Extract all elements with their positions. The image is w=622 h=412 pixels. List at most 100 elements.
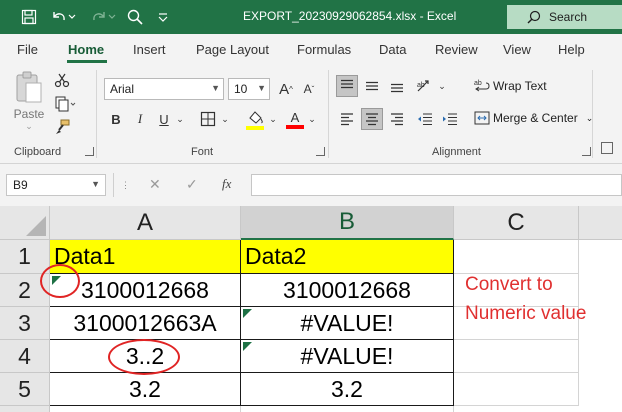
formula-input[interactable] <box>251 174 622 196</box>
column-header-d[interactable] <box>579 206 622 240</box>
cell-a5[interactable]: 3.2 <box>50 373 241 406</box>
align-center-icon[interactable] <box>361 108 383 130</box>
wrap-text-icon: ab <box>474 80 490 92</box>
svg-text:ab: ab <box>474 80 482 87</box>
format-painter-icon[interactable] <box>52 117 72 137</box>
search-box[interactable]: Search <box>507 5 622 29</box>
bold-button[interactable]: B <box>106 108 126 130</box>
decrease-indent-icon[interactable] <box>414 108 436 130</box>
cell-a6[interactable] <box>50 406 241 412</box>
search-icon[interactable] <box>124 7 146 27</box>
cell-c1[interactable] <box>454 240 579 274</box>
italic-button[interactable]: I <box>130 108 150 130</box>
font-size-select[interactable]: 10 ▼ <box>228 78 270 100</box>
wrap-text-button[interactable]: ab Wrap Text <box>474 78 547 94</box>
paste-dropdown-icon[interactable]: ⌄ <box>25 121 33 132</box>
increase-indent-icon[interactable] <box>439 108 461 130</box>
tab-help[interactable]: Help <box>558 42 585 57</box>
error-indicator-icon[interactable] <box>243 342 252 351</box>
font-name-select[interactable]: Arial ▼ <box>104 78 224 100</box>
column-header-a[interactable]: A <box>50 206 241 240</box>
align-top-icon[interactable] <box>336 75 358 97</box>
merge-center-label: Merge & Center <box>493 111 578 125</box>
row-header-6[interactable] <box>0 406 50 412</box>
insert-function-icon[interactable]: fx <box>222 176 231 192</box>
row-header-1[interactable]: 1 <box>0 240 50 274</box>
merge-center-button[interactable]: Merge & Center ⌄ <box>474 110 593 126</box>
search-label: Search <box>549 10 588 24</box>
column-header-c[interactable]: C <box>454 206 579 240</box>
tab-view[interactable]: View <box>503 42 531 57</box>
error-indicator-icon[interactable] <box>243 309 252 318</box>
fill-color-icon[interactable] <box>243 108 267 132</box>
enter-icon[interactable]: ✓ <box>186 176 198 193</box>
align-left-icon[interactable] <box>336 108 358 130</box>
column-header-b[interactable]: B <box>241 206 454 240</box>
font-color-icon[interactable]: A <box>284 108 306 132</box>
worksheet-grid: A B C 1 Data1 Data2 2 3100012668 3100012… <box>0 206 622 412</box>
row-header-4[interactable]: 4 <box>0 340 50 373</box>
increase-font-size-icon[interactable]: A ^ <box>276 78 296 100</box>
tab-page-layout[interactable]: Page Layout <box>196 42 269 57</box>
cell-b1[interactable]: Data2 <box>241 240 454 274</box>
tab-file[interactable]: File <box>17 42 38 57</box>
group-divider <box>592 70 593 158</box>
cell-a3[interactable]: 3100012663A <box>50 307 241 340</box>
undo-dropdown-icon[interactable] <box>66 7 78 27</box>
row-header-3[interactable]: 3 <box>0 307 50 340</box>
paste-button[interactable]: Paste ⌄ <box>10 70 48 132</box>
font-launcher-icon[interactable] <box>316 147 325 156</box>
cell-b2[interactable]: 3100012668 <box>241 274 454 307</box>
ribbon: Paste ⌄ Clipboard Arial ▼ 10 ▼ A ^ Aˇ B I… <box>0 64 622 164</box>
align-bottom-icon[interactable] <box>386 75 408 97</box>
select-all-icon <box>26 216 46 236</box>
copy-icon[interactable] <box>52 94 78 114</box>
font-group-label: Font <box>191 146 214 158</box>
select-all-button[interactable] <box>0 206 50 240</box>
orientation-dropdown-icon[interactable]: ⌄ <box>436 75 448 97</box>
borders-icon[interactable] <box>197 109 219 129</box>
customize-toolbar-icon[interactable] <box>152 7 174 27</box>
tab-review[interactable]: Review <box>435 42 478 57</box>
window-title: EXPORT_20230929062854.xlsx - Excel <box>243 9 457 23</box>
annotation-line-2: Numeric value <box>465 303 587 324</box>
cell-c4[interactable] <box>454 340 579 373</box>
underline-dropdown-icon[interactable]: ⌄ <box>174 108 186 130</box>
tab-insert[interactable]: Insert <box>133 42 166 57</box>
name-box[interactable]: B9 ▼ <box>6 174 106 196</box>
cell-b3[interactable]: #VALUE! <box>241 307 454 340</box>
number-format-icon[interactable] <box>597 140 617 156</box>
more-options-icon[interactable]: ⋮ <box>121 180 130 191</box>
cell-b4[interactable]: #VALUE! <box>241 340 454 373</box>
active-tab-indicator <box>67 60 107 63</box>
fill-color-dropdown-icon[interactable]: ⌄ <box>267 108 279 130</box>
font-color-dropdown-icon[interactable]: ⌄ <box>306 108 318 130</box>
underline-button[interactable]: U <box>154 108 174 130</box>
excel-window: EXPORT_20230929062854.xlsx - Excel Searc… <box>0 0 622 412</box>
tab-home[interactable]: Home <box>68 42 104 57</box>
redo-dropdown-icon[interactable] <box>106 7 118 27</box>
cell-b6[interactable] <box>241 406 454 412</box>
cancel-icon[interactable]: ✕ <box>149 176 161 193</box>
cell-b5[interactable]: 3.2 <box>241 373 454 406</box>
decrease-font-size-icon[interactable]: Aˇ <box>299 78 319 100</box>
align-middle-icon[interactable] <box>361 75 383 97</box>
orientation-icon[interactable]: ab <box>414 75 436 97</box>
clipboard-launcher-icon[interactable] <box>85 147 94 156</box>
search-box-icon <box>527 10 541 24</box>
tab-formulas[interactable]: Formulas <box>297 42 351 57</box>
tab-data[interactable]: Data <box>379 42 406 57</box>
borders-dropdown-icon[interactable]: ⌄ <box>219 108 231 130</box>
save-icon[interactable] <box>18 7 40 27</box>
row-header-5[interactable]: 5 <box>0 373 50 406</box>
cell-c5[interactable] <box>454 373 579 406</box>
alignment-launcher-icon[interactable] <box>582 147 591 156</box>
formula-bar-divider <box>113 173 114 197</box>
group-divider <box>96 70 97 158</box>
paste-icon <box>16 71 42 102</box>
cell-a1[interactable]: Data1 <box>50 240 241 274</box>
chevron-down-icon: ▼ <box>91 179 100 189</box>
formula-bar: B9 ▼ ⋮ ✕ ✓ fx <box>0 170 622 200</box>
align-right-icon[interactable] <box>386 108 408 130</box>
cut-icon[interactable] <box>52 70 72 90</box>
